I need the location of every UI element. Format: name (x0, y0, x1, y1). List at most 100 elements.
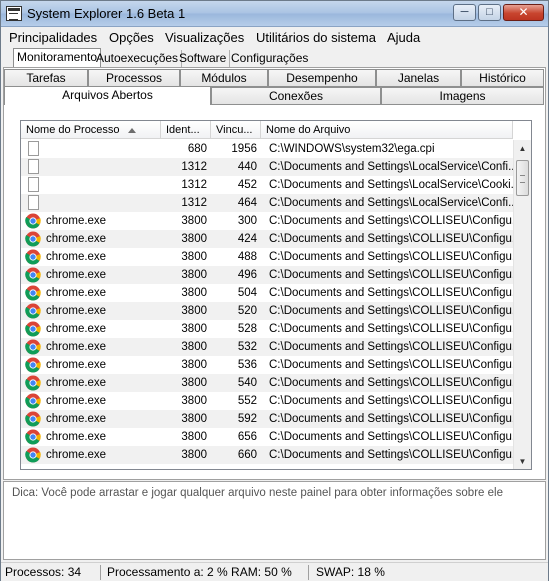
list-item[interactable]: chrome.exe 3800 424 C:\Documents and Settin… (21, 230, 513, 248)
tab-arquivos-abertos[interactable]: Arquivos Abertos (4, 86, 211, 105)
tab-software[interactable]: Software (176, 50, 231, 67)
handle-cell: 536 (237, 359, 257, 371)
list-item[interactable]: chrome.exe 3800 300 C:\Documents and Settin… (21, 212, 513, 230)
tab-configuracoes[interactable]: Configurações (228, 50, 311, 67)
column-header-process[interactable]: Nome do Processo (21, 121, 161, 139)
chrome-icon (25, 429, 41, 445)
list-item[interactable]: chrome.exe 3800 536 C:\Documents and Settin… (21, 356, 513, 374)
process-id-cell: 3800 (181, 449, 207, 461)
process-name: chrome.exe (46, 233, 107, 245)
process-name: chrome.exe (46, 449, 107, 461)
file-path-cell: C:\Documents and Settings\LocalService\C… (269, 161, 513, 173)
process-cell: chrome.exe (25, 212, 161, 230)
handle-cell: 1956 (231, 143, 257, 155)
file-path-cell: C:\Documents and Settings\COLLISEU\Confi… (269, 413, 513, 425)
vertical-scrollbar[interactable]: ▲ ▼ (513, 140, 531, 469)
title-bar[interactable]: System Explorer 1.6 Beta 1 ─ □ ✕ (1, 1, 548, 27)
chrome-icon (25, 321, 41, 337)
process-cell: chrome.exe (25, 374, 161, 392)
list-header: Nome do Processo Ident... Vincu... Nome … (21, 121, 513, 139)
column-header-file[interactable]: Nome do Arquivo (261, 121, 513, 139)
chrome-icon (25, 267, 41, 283)
file-path-cell: C:\Documents and Settings\COLLISEU\Confi… (269, 269, 513, 281)
hint-panel[interactable]: Dica: Você pode arrastar e jogar qualque… (3, 481, 546, 560)
process-id-cell: 3800 (181, 233, 207, 245)
tab-processos[interactable]: Processos (88, 69, 180, 87)
file-path-cell: C:\Documents and Settings\COLLISEU\Confi… (269, 395, 513, 407)
handle-cell: 552 (237, 395, 257, 407)
menu-utilitarios[interactable]: Utilitários do sistema (256, 30, 376, 45)
process-cell: chrome.exe (25, 446, 161, 464)
list-item[interactable]: chrome.exe 3800 504 C:\Documents and Settin… (21, 284, 513, 302)
list-item[interactable]: 1312 464 C:\Documents and Settings\LocalSe… (21, 194, 513, 212)
menu-ajuda[interactable]: Ajuda (387, 30, 420, 45)
process-cell: chrome.exe (25, 410, 161, 428)
process-id-cell: 3800 (181, 341, 207, 353)
process-id-cell: 3800 (181, 359, 207, 371)
tab-tarefas[interactable]: Tarefas (4, 69, 88, 87)
list-item[interactable]: chrome.exe 3800 496 C:\Documents and Settin… (21, 266, 513, 284)
list-item[interactable]: 1312 440 C:\Documents and Settings\LocalSe… (21, 158, 513, 176)
menu-visualizacoes[interactable]: Visualizações (165, 30, 244, 45)
process-cell: chrome.exe (25, 392, 161, 410)
file-path-cell: C:\Documents and Settings\COLLISEU\Confi… (269, 305, 513, 317)
file-path-cell: C:\Documents and Settings\COLLISEU\Confi… (269, 323, 513, 335)
list-item[interactable]: chrome.exe 3800 552 C:\Documents and Settin… (21, 392, 513, 410)
process-id-cell: 3800 (181, 395, 207, 407)
list-item[interactable]: chrome.exe 3800 656 C:\Documents and Settin… (21, 428, 513, 446)
list-item[interactable]: chrome.exe 3800 532 C:\Documents and Settin… (21, 338, 513, 356)
chrome-icon (25, 339, 41, 355)
list-item[interactable]: chrome.exe 3800 520 C:\Documents and Settin… (21, 302, 513, 320)
process-id-cell: 1312 (181, 197, 207, 209)
open-files-list[interactable]: Nome do Processo Ident... Vincu... Nome … (20, 120, 532, 470)
chrome-icon (25, 357, 41, 373)
file-path-cell: C:\Documents and Settings\COLLISEU\Confi… (269, 449, 513, 461)
list-item[interactable]: chrome.exe 3800 528 C:\Documents and Settin… (21, 320, 513, 338)
process-cell: chrome.exe (25, 356, 161, 374)
document-icon (28, 177, 39, 192)
menu-opcoes[interactable]: Opções (109, 30, 154, 45)
file-path-cell: C:\Documents and Settings\COLLISEU\Confi… (269, 341, 513, 353)
list-rows: 680 1956 C:\WINDOWS\system32\ega.cpi 1312 44… (21, 140, 513, 464)
list-item[interactable]: chrome.exe 3800 592 C:\Documents and Settin… (21, 410, 513, 428)
scroll-up-icon[interactable]: ▲ (514, 140, 531, 157)
column-header-link[interactable]: Vincu... (211, 121, 261, 139)
list-item[interactable]: chrome.exe 3800 540 C:\Documents and Settin… (21, 374, 513, 392)
top-tab-bar: Monitoramento Autoexecuções Software Con… (1, 48, 548, 68)
scroll-thumb[interactable] (516, 160, 529, 196)
tab-desempenho[interactable]: Desempenho (268, 69, 376, 87)
process-cell (25, 140, 161, 158)
scroll-down-icon[interactable]: ▼ (514, 453, 531, 469)
sort-ascending-icon (127, 127, 136, 133)
maximize-button[interactable]: □ (478, 4, 501, 21)
list-item[interactable]: 680 1956 C:\WINDOWS\system32\ega.cpi (21, 140, 513, 158)
tab-conexoes[interactable]: Conexões (211, 87, 381, 105)
tab-monitoramento[interactable]: Monitoramento (13, 48, 102, 67)
chrome-icon (25, 393, 41, 409)
column-header-pid[interactable]: Ident... (161, 121, 211, 139)
chrome-icon (25, 213, 41, 229)
file-path-cell: C:\Documents and Settings\LocalService\C… (269, 197, 513, 209)
tab-janelas[interactable]: Janelas (376, 69, 461, 87)
tab-historico[interactable]: Histórico (461, 69, 544, 87)
status-bar: Processos: 34 Processamento a: 2 % RAM: … (1, 562, 548, 581)
menu-principalidades[interactable]: Principalidades (9, 30, 97, 45)
list-item[interactable]: chrome.exe 3800 488 C:\Documents and Settin… (21, 248, 513, 266)
document-icon (28, 159, 39, 174)
handle-cell: 520 (237, 305, 257, 317)
handle-cell: 528 (237, 323, 257, 335)
tab-imagens[interactable]: Imagens (381, 87, 544, 105)
status-divider (100, 565, 101, 580)
close-button[interactable]: ✕ (503, 4, 544, 21)
app-icon[interactable] (6, 6, 22, 21)
tab-autoexecucoes[interactable]: Autoexecuções (93, 50, 183, 67)
process-name: chrome.exe (46, 323, 107, 335)
process-id-cell: 3800 (181, 323, 207, 335)
list-item[interactable]: chrome.exe 3800 660 C:\Documents and Settin… (21, 446, 513, 464)
minimize-button[interactable]: ─ (453, 4, 476, 21)
process-cell (25, 158, 161, 176)
process-cell: chrome.exe (25, 302, 161, 320)
handle-cell: 532 (237, 341, 257, 353)
list-item[interactable]: 1312 452 C:\Documents and Settings\LocalSe… (21, 176, 513, 194)
tab-modulos[interactable]: Módulos (180, 69, 268, 87)
